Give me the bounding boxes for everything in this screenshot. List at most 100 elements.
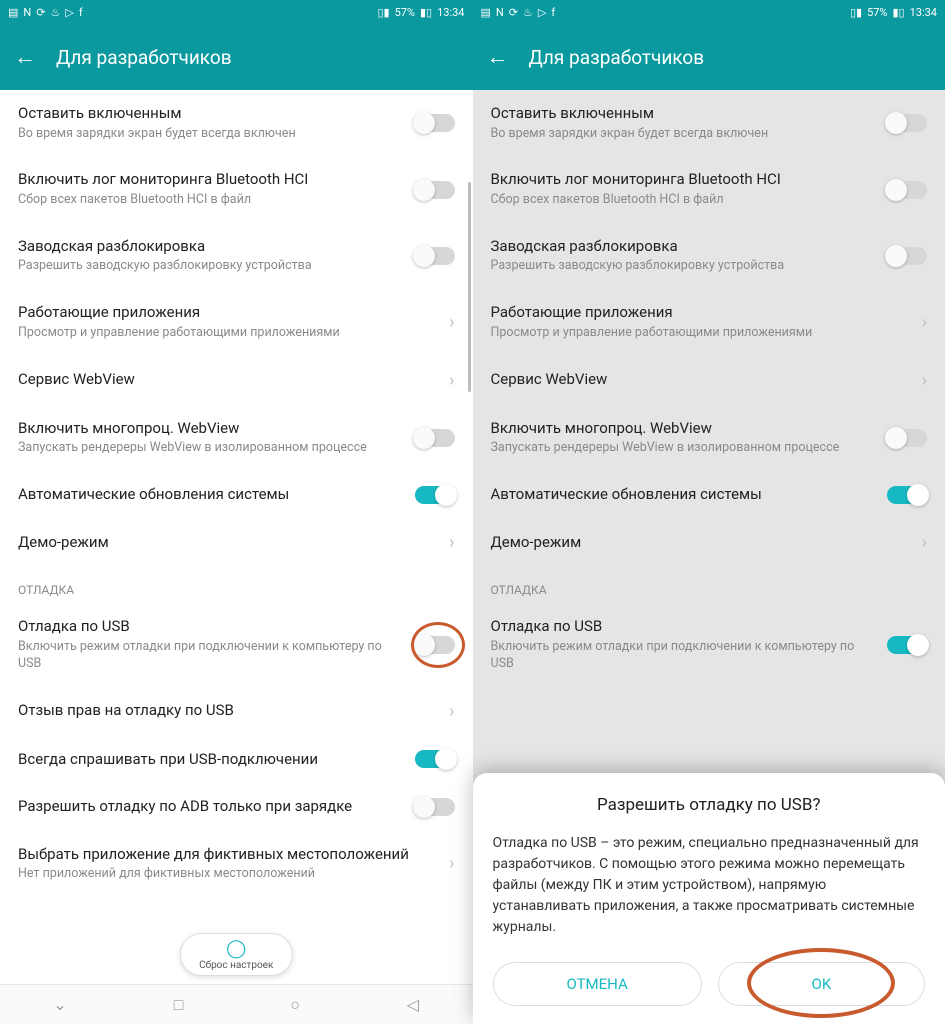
nav-recent-icon[interactable]: □: [174, 995, 184, 1015]
setting-oem-unlock[interactable]: Заводская разблокировкаРазрешить заводск…: [473, 223, 945, 289]
page-title: Для разработчиков: [529, 46, 705, 69]
battery-icon: ▮▯: [892, 7, 904, 18]
toggle-usb-debug[interactable]: [415, 636, 455, 654]
setting-usb-debug[interactable]: Отладка по USBВключить режим отладки при…: [473, 603, 945, 686]
row-subtitle: Запускать рендереры WebView в изолирован…: [18, 440, 403, 457]
settings-list[interactable]: Оставить включеннымВо время зарядки экра…: [0, 90, 473, 984]
setting-webview-multi[interactable]: Включить многопроц. WebViewЗапускать рен…: [473, 405, 945, 471]
row-subtitle: Запускать рендереры WebView в изолирован…: [491, 440, 876, 457]
status-left: ▤ N ⟳ ♨ ▷ f: [481, 7, 556, 18]
nav-down-icon[interactable]: ⌄: [53, 995, 66, 1014]
toggle-bt-hci-log[interactable]: [887, 181, 927, 199]
sync-icon: ⟳: [36, 7, 45, 18]
page-title: Для разработчиков: [56, 46, 232, 69]
setting-usb-debug[interactable]: Отладка по USBВключить режим отладки при…: [0, 603, 473, 686]
row-title: Сервис WebView: [491, 370, 910, 390]
row-subtitle: Просмотр и управление работающими прилож…: [18, 325, 437, 342]
toggle-stay-awake[interactable]: [887, 114, 927, 132]
status-right: ▯▮ 57% ▮▯ 13:34: [377, 6, 464, 19]
toggle-stay-awake[interactable]: [415, 114, 455, 132]
notif-icon: ▤: [481, 7, 491, 18]
setting-always-ask-usb[interactable]: Всегда спрашивать при USB-подключении: [0, 736, 473, 784]
setting-running-apps[interactable]: Работающие приложения Просмотр и управлен…: [0, 289, 473, 355]
setting-auto-update[interactable]: Автоматические обновления системы: [0, 471, 473, 519]
chevron-right-icon: ›: [922, 532, 927, 553]
setting-demo-mode[interactable]: Демо-режим›: [0, 518, 473, 567]
toggle-auto-update[interactable]: [415, 486, 455, 504]
row-title: Включить многопроц. WebView: [491, 419, 876, 439]
back-arrow-icon[interactable]: ←: [14, 44, 36, 70]
nav-home-icon[interactable]: ○: [290, 995, 300, 1015]
setting-webview-service[interactable]: Сервис WebView ›: [0, 356, 473, 405]
row-title: Заводская разблокировка: [18, 237, 403, 257]
toggle-oem-unlock[interactable]: [887, 247, 927, 265]
toggle-webview-multi[interactable]: [887, 429, 927, 447]
reset-pill[interactable]: ◯ Сброс настроек: [180, 933, 292, 976]
setting-auto-update[interactable]: Автоматические обновления системы: [473, 471, 945, 519]
row-title: Оставить включенным: [491, 104, 876, 124]
sync-icon: ⟳: [509, 7, 518, 18]
row-subtitle: Просмотр и управление работающими прилож…: [491, 325, 910, 342]
section-header: ОТЛАДКА: [0, 567, 473, 603]
clock: 13:34: [910, 6, 937, 19]
row-title: Включить лог мониторинга Bluetooth HCI: [18, 170, 403, 190]
setting-webview-service[interactable]: Сервис WebView ›: [473, 356, 945, 405]
toggle-adb-charging[interactable]: [415, 798, 455, 816]
row-title: Автоматические обновления системы: [18, 485, 403, 505]
play-icon: ▷: [65, 7, 73, 18]
battery-icon: ▮▯: [420, 7, 432, 18]
chevron-right-icon: ›: [449, 853, 454, 874]
chevron-right-icon: ›: [922, 312, 927, 333]
chevron-right-icon: ›: [449, 312, 454, 333]
setting-demo-mode[interactable]: Демо-режим›: [473, 518, 945, 567]
row-title: Включить лог мониторинга Bluetooth HCI: [491, 170, 876, 190]
setting-stay-awake[interactable]: Оставить включеннымВо время зарядки экра…: [473, 90, 945, 156]
row-subtitle: Сбор всех пакетов Bluetooth HCI в файл: [18, 192, 403, 209]
usb-icon: ♨: [523, 7, 533, 18]
ok-button[interactable]: OK: [718, 962, 925, 1006]
toggle-oem-unlock[interactable]: [415, 247, 455, 265]
row-title: Разрешить отладку по ADB только при заря…: [18, 797, 403, 817]
setting-bt-hci-log[interactable]: Включить лог мониторинга Bluetooth HCIСб…: [473, 156, 945, 222]
toggle-webview-multi[interactable]: [415, 429, 455, 447]
battery-pct: 57%: [867, 6, 887, 19]
setting-mock-location[interactable]: Выбрать приложение для фиктивных местопо…: [0, 831, 473, 897]
chevron-right-icon: ›: [449, 532, 454, 553]
facebook-icon: f: [79, 7, 83, 18]
row-title: Отладка по USB: [491, 617, 876, 637]
setting-adb-charging[interactable]: Разрешить отладку по ADB только при заря…: [0, 783, 473, 831]
cancel-button[interactable]: ОТМЕНА: [493, 962, 702, 1006]
app-bar: ← Для разработчиков: [0, 24, 473, 90]
app-bar: ← Для разработчиков: [473, 24, 945, 90]
back-arrow-icon[interactable]: ←: [487, 44, 509, 70]
toggle-bt-hci-log[interactable]: [415, 181, 455, 199]
row-subtitle: Включить режим отладки при подключении к…: [491, 639, 876, 673]
row-subtitle: Разрешить заводскую разблокировку устрой…: [18, 258, 403, 275]
toggle-auto-update[interactable]: [887, 486, 927, 504]
row-title: Работающие приложения: [18, 303, 437, 323]
phone-right: ▤ N ⟳ ♨ ▷ f ▯▮ 57% ▮▯ 13:34 ← Для разраб…: [473, 0, 945, 1024]
row-title: Сервис WebView: [18, 370, 437, 390]
nav-back-icon[interactable]: ◁: [407, 995, 419, 1014]
toggle-usb-debug[interactable]: [887, 636, 927, 654]
setting-stay-awake[interactable]: Оставить включеннымВо время зарядки экра…: [0, 90, 473, 156]
row-title: Заводская разблокировка: [491, 237, 876, 257]
toggle-always-ask-usb[interactable]: [415, 750, 455, 768]
vibrate-icon: ▯▮: [850, 7, 862, 18]
status-bar: ▤ N ⟳ ♨ ▷ f ▯▮ 57% ▮▯ 13:34: [0, 0, 473, 24]
setting-oem-unlock[interactable]: Заводская разблокировкаРазрешить заводск…: [0, 223, 473, 289]
clock: 13:34: [437, 6, 464, 19]
row-title: Работающие приложения: [491, 303, 910, 323]
setting-bt-hci-log[interactable]: Включить лог мониторинга Bluetooth HCI Сб…: [0, 156, 473, 222]
status-bar: ▤ N ⟳ ♨ ▷ f ▯▮ 57% ▮▯ 13:34: [473, 0, 945, 24]
status-right: ▯▮ 57% ▮▯ 13:34: [850, 6, 937, 19]
row-title: Оставить включенным: [18, 104, 403, 124]
chevron-right-icon: ›: [922, 370, 927, 391]
setting-revoke-usb[interactable]: Отзыв прав на отладку по USB›: [0, 687, 473, 736]
setting-webview-multi[interactable]: Включить многопроц. WebViewЗапускать рен…: [0, 405, 473, 471]
setting-running-apps[interactable]: Работающие приложения Просмотр и управлен…: [473, 289, 945, 355]
play-icon: ▷: [538, 7, 546, 18]
row-title: Отладка по USB: [18, 617, 403, 637]
dialog-title: Разрешить отладку по USB?: [493, 795, 926, 815]
chevron-right-icon: ›: [449, 370, 454, 391]
